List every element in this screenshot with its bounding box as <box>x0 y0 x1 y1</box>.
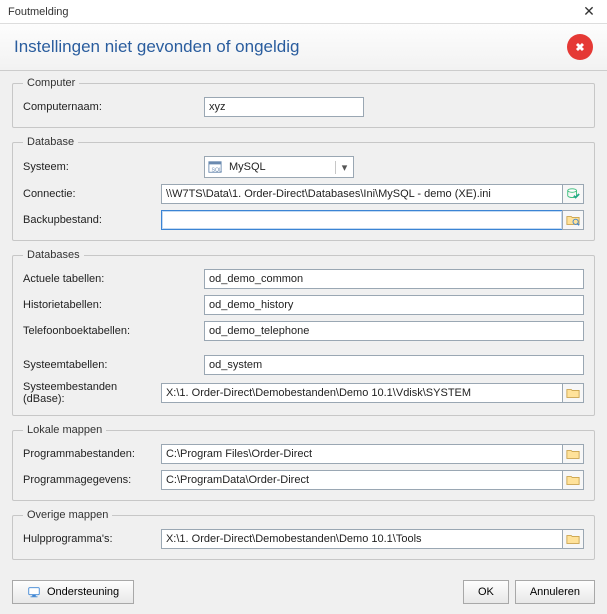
browse-backup-button[interactable] <box>562 210 584 230</box>
svg-text:SQL: SQL <box>212 167 223 173</box>
browse-programma-button[interactable] <box>562 444 584 464</box>
window-close-button[interactable]: ✕ <box>579 3 599 20</box>
support-label: Ondersteuning <box>47 586 119 598</box>
legend-database: Database <box>23 136 78 148</box>
group-overige: Overige mappen Hulpprogramma's: <box>12 509 595 560</box>
label-computernaam: Computernaam: <box>23 101 198 113</box>
label-connectie: Connectie: <box>23 188 155 200</box>
folder-icon <box>566 532 580 546</box>
label-programma: Programmabestanden: <box>23 448 155 460</box>
input-progdata[interactable] <box>161 470 562 490</box>
cancel-label: Annuleren <box>530 586 580 598</box>
support-button[interactable]: Ondersteuning <box>12 580 134 604</box>
legend-overige: Overige mappen <box>23 509 112 521</box>
header-heading: Instellingen niet gevonden of ongeldig <box>14 37 299 57</box>
cancel-button[interactable]: Annuleren <box>515 580 595 604</box>
label-telefoon: Telefoonboektabellen: <box>23 325 198 337</box>
folder-icon <box>566 473 580 487</box>
group-database: Database Systeem: SQL MySQL ▾ Connectie: <box>12 136 595 241</box>
input-programma[interactable] <box>161 444 562 464</box>
browse-progdata-button[interactable] <box>562 470 584 490</box>
legend-lokale: Lokale mappen <box>23 424 106 436</box>
input-sysbest[interactable] <box>161 383 562 403</box>
input-historie[interactable] <box>204 295 584 315</box>
input-backup[interactable] <box>161 210 562 230</box>
label-systeemtab: Systeemtabellen: <box>23 359 198 371</box>
ok-button[interactable]: OK <box>463 580 509 604</box>
input-telefoon[interactable] <box>204 321 584 341</box>
test-connection-button[interactable] <box>562 184 584 204</box>
database-check-icon <box>566 187 580 201</box>
browse-sysbest-button[interactable] <box>562 383 584 403</box>
folder-icon <box>566 386 580 400</box>
label-progdata: Programmagegevens: <box>23 474 155 486</box>
group-databases: Databases Actuele tabellen: Historietabe… <box>12 249 595 416</box>
window-title: Foutmelding <box>8 6 69 18</box>
folder-search-icon <box>566 213 580 227</box>
folder-icon <box>566 447 580 461</box>
input-hulp[interactable] <box>161 529 562 549</box>
content: Computer Computernaam: Database Systeem:… <box>0 71 607 560</box>
group-lokale: Lokale mappen Programmabestanden: Progra… <box>12 424 595 501</box>
label-historie: Historietabellen: <box>23 299 198 311</box>
legend-computer: Computer <box>23 77 79 89</box>
close-icon: ✖ <box>575 41 584 54</box>
ok-label: OK <box>478 586 494 598</box>
group-computer: Computer Computernaam: <box>12 77 595 128</box>
legend-databases: Databases <box>23 249 84 261</box>
browse-hulp-button[interactable] <box>562 529 584 549</box>
label-actuele: Actuele tabellen: <box>23 273 198 285</box>
input-actuele[interactable] <box>204 269 584 289</box>
footer: Ondersteuning OK Annuleren <box>0 574 607 614</box>
input-connectie[interactable] <box>161 184 562 204</box>
support-icon <box>27 585 41 599</box>
database-icon: SQL <box>205 160 225 174</box>
chevron-down-icon: ▾ <box>335 161 353 174</box>
input-systeemtab[interactable] <box>204 355 584 375</box>
label-backup: Backupbestand: <box>23 214 155 226</box>
header-close-button[interactable]: ✖ <box>567 34 593 60</box>
input-computernaam[interactable] <box>204 97 364 117</box>
select-systeem-value: MySQL <box>225 161 335 173</box>
label-sysbest: Systeembestanden (dBase): <box>23 381 155 405</box>
label-systeem: Systeem: <box>23 161 198 173</box>
error-header: Instellingen niet gevonden of ongeldig ✖ <box>0 24 607 71</box>
label-hulp: Hulpprogramma's: <box>23 533 155 545</box>
select-systeem[interactable]: SQL MySQL ▾ <box>204 156 354 178</box>
titlebar: Foutmelding ✕ <box>0 0 607 24</box>
